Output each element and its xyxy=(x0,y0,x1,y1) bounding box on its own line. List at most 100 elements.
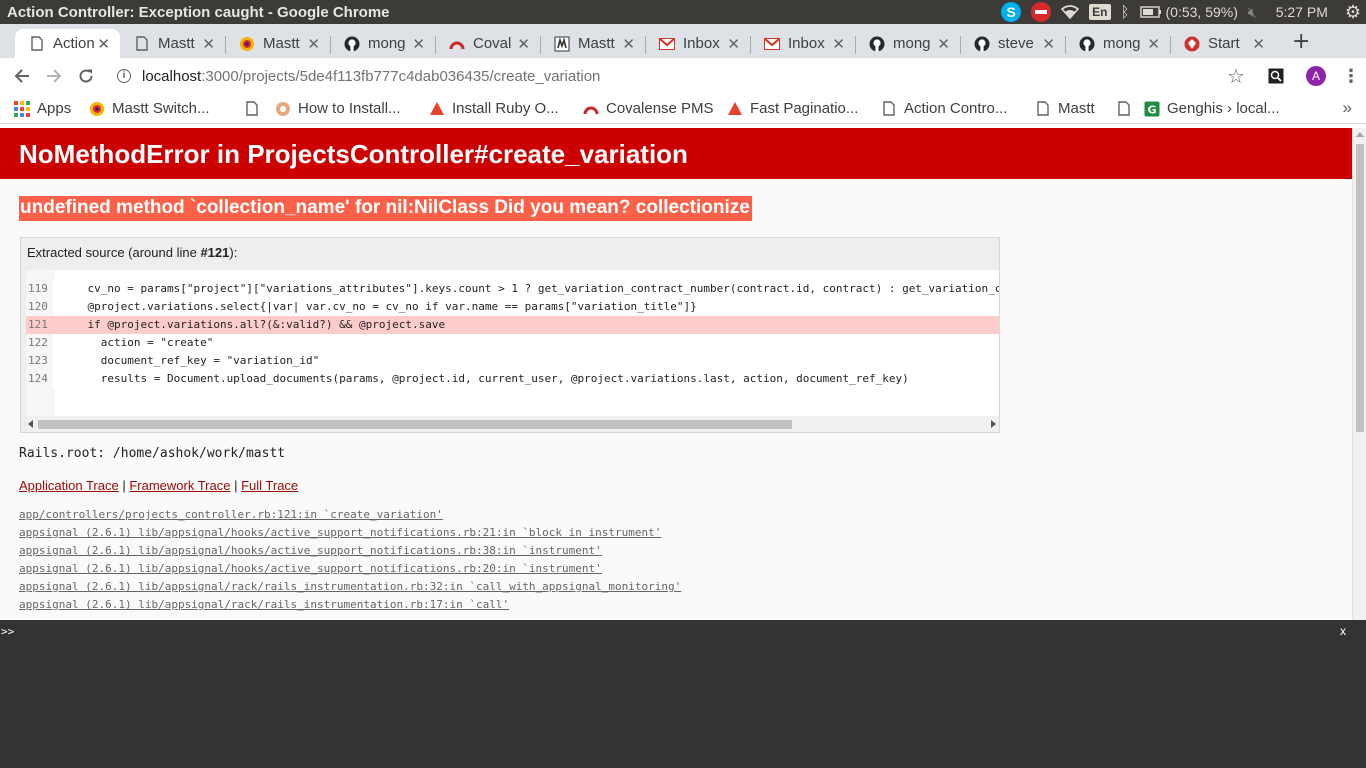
horizontal-scrollbar[interactable] xyxy=(26,416,999,432)
bookmark-covalense-pms[interactable]: Covalense PMS xyxy=(583,100,714,117)
bookmark-label: Mastt Switch... xyxy=(112,100,210,117)
appsignal-icon xyxy=(239,36,255,52)
full-trace-link[interactable]: Full Trace xyxy=(241,478,298,493)
bookmark-document-2[interactable] xyxy=(1116,100,1139,116)
trace-item[interactable]: appsignal (2.6.1) lib/appsignal/hooks/ac… xyxy=(19,560,681,578)
tab-title: Inbox xyxy=(683,35,720,52)
close-icon[interactable]: ✕ xyxy=(1147,35,1160,53)
close-icon[interactable]: ✕ xyxy=(517,35,530,53)
tab-10[interactable]: steve ✕ xyxy=(960,29,1065,58)
web-console[interactable]: >> x xyxy=(0,620,1366,768)
info-icon[interactable]: i xyxy=(112,69,136,83)
tab-8[interactable]: Inbox ✕ xyxy=(750,29,855,58)
close-icon[interactable]: ✕ xyxy=(97,35,110,53)
error-message: undefined method `collection_name' for n… xyxy=(19,196,752,221)
code-block: 119 cv_no = params["project"]["variation… xyxy=(26,270,999,416)
tab-1[interactable]: Action ✕ xyxy=(15,29,120,58)
line-number: 124 xyxy=(26,370,53,388)
back-icon[interactable] xyxy=(6,60,38,92)
tab-6[interactable]: Mastt ✕ xyxy=(540,29,645,58)
bluetooth-icon[interactable]: ᛒ xyxy=(1116,0,1135,24)
trace-item[interactable]: app/controllers/projects_controller.rb:1… xyxy=(19,506,681,524)
menu-icon[interactable]: ⋮ xyxy=(1336,58,1366,94)
close-icon[interactable]: ✕ xyxy=(202,35,215,53)
source-heading-line: #121 xyxy=(200,245,230,260)
reload-icon[interactable] xyxy=(70,60,102,92)
document-icon xyxy=(1116,100,1132,116)
scrollbar-thumb[interactable] xyxy=(1356,144,1364,432)
code-line: 122 action = "create" xyxy=(26,334,999,352)
scrollbar-thumb[interactable] xyxy=(38,420,792,429)
close-icon[interactable]: ✕ xyxy=(622,35,635,53)
close-icon[interactable]: ✕ xyxy=(307,35,320,53)
bookmark-label: Install Ruby O... xyxy=(452,100,559,117)
bookmarks-bar: Apps Mastt Switch... How to Install... I… xyxy=(0,94,1366,124)
close-icon[interactable]: ✕ xyxy=(727,35,740,53)
application-trace-link[interactable]: Application Trace xyxy=(19,478,119,493)
close-icon[interactable]: ✕ xyxy=(1252,35,1265,53)
chevron-right-icon[interactable]: » xyxy=(1343,98,1352,118)
tab-separator xyxy=(435,36,436,54)
console-prompt[interactable]: >> xyxy=(1,625,14,638)
bookmark-genghis[interactable]: G Genghis › local... xyxy=(1144,100,1280,117)
bookmark-apps[interactable]: Apps xyxy=(14,100,71,117)
new-tab-icon[interactable]: + xyxy=(1292,29,1310,54)
rails-root: Rails.root: /home/ashok/work/mastt xyxy=(19,446,286,461)
scroll-up-icon[interactable] xyxy=(1356,132,1364,137)
close-icon[interactable]: ✕ xyxy=(412,35,425,53)
trace-item[interactable]: appsignal (2.6.1) lib/appsignal/rack/rai… xyxy=(19,596,681,614)
tab-2[interactable]: Mastt ✕ xyxy=(120,29,225,58)
wifi-icon[interactable] xyxy=(1056,0,1084,24)
tab-separator xyxy=(1065,36,1066,54)
battery-indicator[interactable]: (0:53, 59%) xyxy=(1135,0,1243,24)
address-bar[interactable]: i localhost:3000/projects/5de4f113fb777c… xyxy=(112,60,1212,92)
volume-mute-icon[interactable]: 🔇︎ xyxy=(1243,0,1262,24)
tab-3[interactable]: Mastt ✕ xyxy=(225,29,330,58)
profile-button[interactable]: A xyxy=(1296,58,1336,94)
console-close-button[interactable]: x xyxy=(1340,624,1346,638)
tab-title: Mastt xyxy=(578,35,615,52)
bookmark-star-icon[interactable]: ☆ xyxy=(1216,58,1256,94)
keyboard-indicator[interactable]: En xyxy=(1084,0,1115,24)
bookmark-action-controller[interactable]: Action Contro... xyxy=(881,100,1007,117)
tab-12[interactable]: Start ✕ xyxy=(1170,29,1275,58)
trace-item[interactable]: appsignal (2.6.1) lib/appsignal/hooks/ac… xyxy=(19,524,681,542)
covalense-icon xyxy=(583,101,599,117)
scroll-right-icon[interactable] xyxy=(991,420,996,428)
bookmark-fast-pagination[interactable]: Fast Paginatio... xyxy=(727,100,858,117)
tab-9[interactable]: mong ✕ xyxy=(855,29,960,58)
trace-item[interactable]: appsignal (2.6.1) lib/appsignal/rack/rai… xyxy=(19,578,681,596)
trace-item[interactable]: appsignal (2.6.1) lib/appsignal/hooks/ac… xyxy=(19,542,681,560)
close-icon[interactable]: ✕ xyxy=(832,35,845,53)
noentry-indicator[interactable] xyxy=(1026,0,1056,24)
bookmark-install-ruby[interactable]: Install Ruby O... xyxy=(429,100,559,117)
tab-7[interactable]: Inbox ✕ xyxy=(645,29,750,58)
bookmark-mastt-switch[interactable]: Mastt Switch... xyxy=(89,100,210,117)
tab-4[interactable]: mong ✕ xyxy=(330,29,435,58)
gear-icon[interactable]: ⚙ xyxy=(1340,0,1366,24)
close-icon[interactable]: ✕ xyxy=(1042,35,1055,53)
tab-5[interactable]: Coval ✕ xyxy=(435,29,540,58)
gutter-fill xyxy=(26,388,55,416)
tab-separator xyxy=(225,36,226,54)
skype-indicator[interactable]: S xyxy=(996,0,1026,24)
tab-title: Action xyxy=(53,35,95,52)
close-icon[interactable]: ✕ xyxy=(937,35,950,53)
tab-11[interactable]: mong ✕ xyxy=(1065,29,1170,58)
zoom-icon[interactable] xyxy=(1256,58,1296,94)
scroll-left-icon[interactable] xyxy=(28,420,33,428)
code-text: action = "create" xyxy=(61,336,214,349)
url-host: localhost xyxy=(142,67,202,85)
page-scrollbar[interactable] xyxy=(1352,128,1366,620)
ruby-icon xyxy=(1184,36,1200,52)
clock[interactable]: 5:27 PM xyxy=(1262,0,1340,24)
bookmark-document[interactable] xyxy=(244,100,267,116)
avatar: A xyxy=(1306,66,1326,86)
github-icon xyxy=(344,36,360,52)
bookmark-mastt[interactable]: Mastt xyxy=(1035,100,1095,117)
apps-grid-icon xyxy=(14,100,30,117)
framework-trace-link[interactable]: Framework Trace xyxy=(129,478,230,493)
bookmark-label: Fast Paginatio... xyxy=(750,100,859,117)
forward-icon[interactable] xyxy=(38,60,70,92)
bookmark-how-to-install[interactable]: How to Install... xyxy=(275,100,401,117)
